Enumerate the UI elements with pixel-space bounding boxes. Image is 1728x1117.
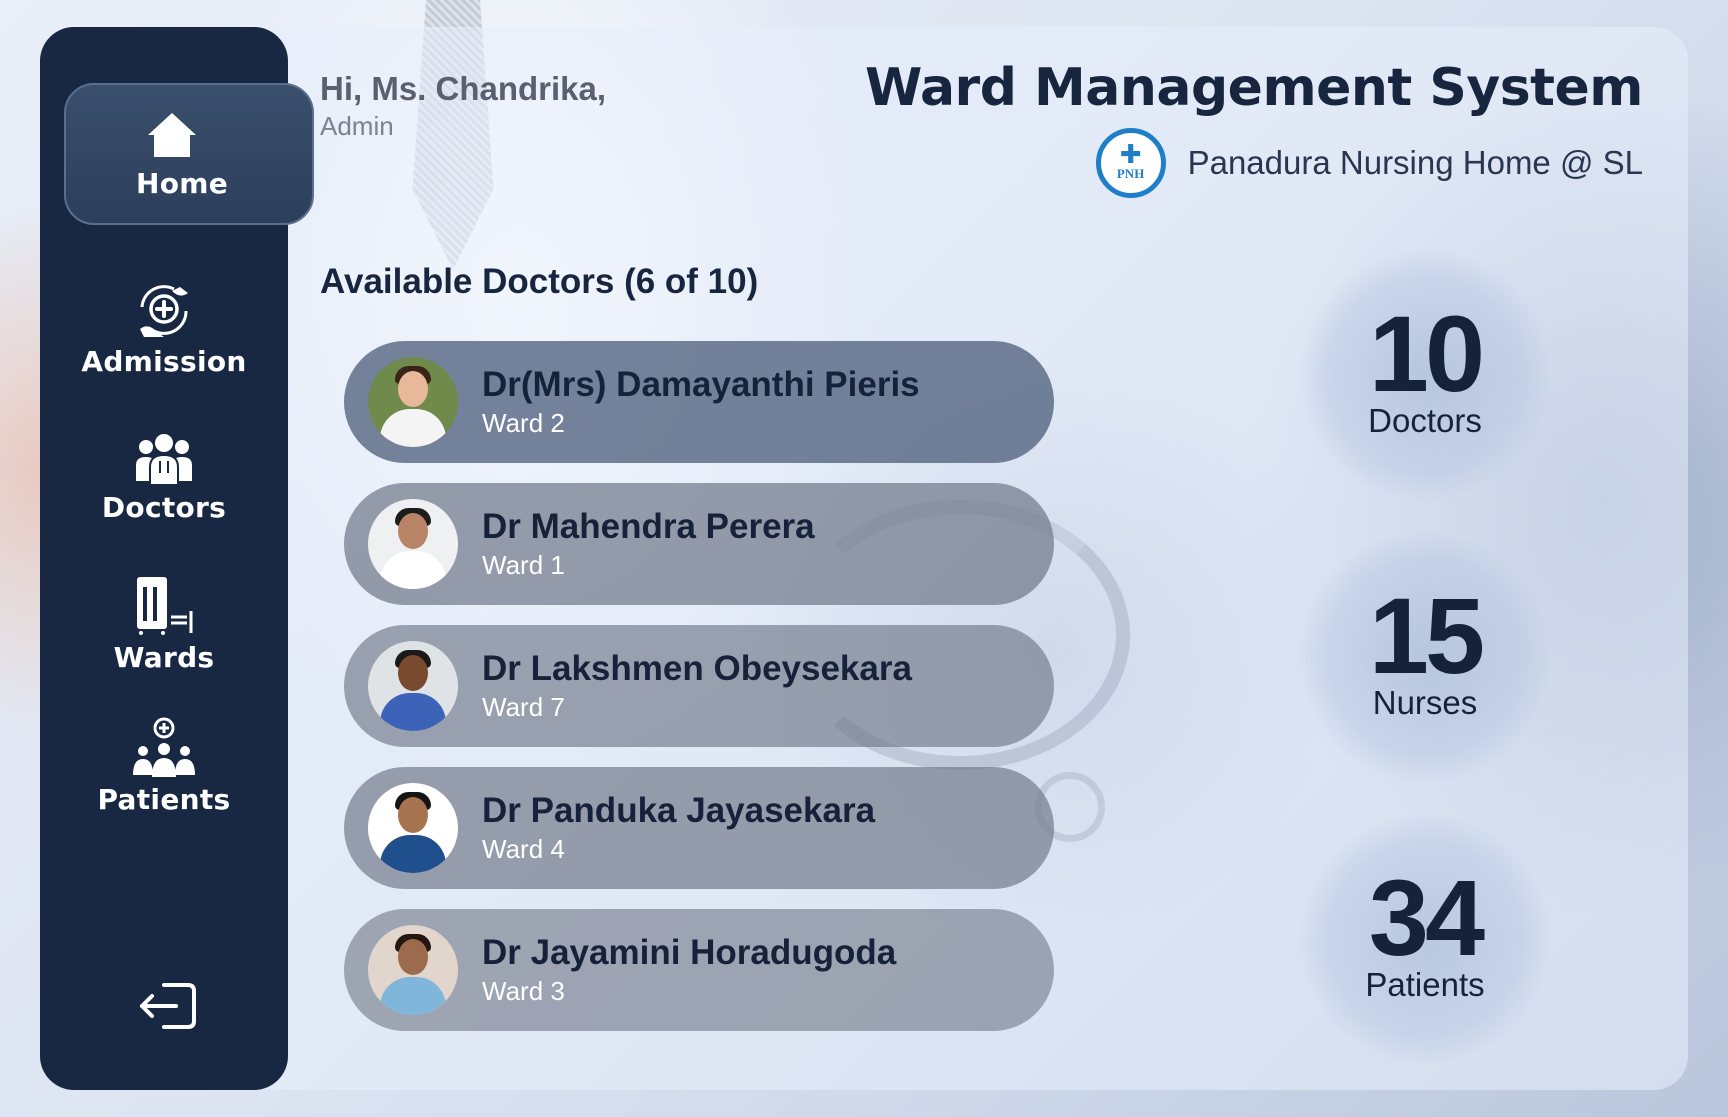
sidebar-item-label: Admission [81, 345, 247, 378]
sidebar-item-label: Patients [97, 783, 231, 816]
patients-icon [133, 717, 195, 777]
sidebar-item-doctors[interactable]: Doctors [40, 431, 288, 524]
stat-doctors: 10 Doctors [1300, 250, 1550, 500]
doctor-name: Dr Panduka Jayasekara [482, 791, 876, 830]
doctor-avatar [368, 641, 458, 731]
doctor-card[interactable]: Dr Mahendra Perera Ward 1 [344, 483, 1054, 605]
doctor-avatar [368, 925, 458, 1015]
logout-button[interactable] [138, 977, 198, 1039]
user-role: Admin [320, 111, 394, 141]
doctor-name: Dr Mahendra Perera [482, 507, 815, 546]
doctor-ward: Ward 7 [482, 692, 565, 722]
sidebar-item-label: Home [135, 167, 229, 200]
doctor-card[interactable]: Dr(Mrs) Damayanthi Pieris Ward 2 [344, 341, 1054, 463]
doctor-name: Dr(Mrs) Damayanthi Pieris [482, 365, 920, 404]
sidebar-item-home[interactable]: Home [64, 83, 314, 225]
doctor-card[interactable]: Dr Lakshmen Obeysekara Ward 7 [344, 625, 1054, 747]
stat-value: 10 [1368, 293, 1485, 414]
page-title: Ward Management System [864, 58, 1644, 118]
stat-patients: 34 Patients [1300, 814, 1550, 1064]
stat-nurses: 15 Nurses [1300, 532, 1550, 782]
doctor-card[interactable]: Dr Panduka Jayasekara Ward 4 [344, 767, 1054, 889]
wards-icon [137, 577, 193, 635]
available-doctors-title: Available Doctors (6 of 10) [320, 262, 759, 301]
doctor-name: Dr Jayamini Horadugoda [482, 933, 897, 972]
admission-icon [140, 285, 188, 337]
sidebar-item-patients[interactable]: Patients [40, 717, 288, 816]
doctor-ward: Ward 3 [482, 976, 565, 1006]
organization-logo-text: PNH [1116, 166, 1145, 181]
cross-icon: ✚ [1119, 140, 1142, 170]
doctors-icon [136, 434, 192, 486]
doctor-avatar [368, 499, 458, 589]
doctor-name: Dr Lakshmen Obeysekara [482, 649, 912, 688]
doctor-avatar [368, 357, 458, 447]
stat-value: 34 [1368, 857, 1485, 978]
sidebar-item-label: Doctors [101, 491, 227, 524]
doctor-avatar [368, 783, 458, 873]
organization-name: Panadura Nursing Home @ SL [1187, 144, 1643, 181]
stat-value: 15 [1368, 575, 1485, 696]
sidebar-item-label: Wards [113, 641, 215, 674]
doctor-ward: Ward 1 [482, 550, 565, 580]
doctor-ward: Ward 2 [482, 408, 565, 438]
stat-label: Patients [1365, 966, 1485, 1003]
sidebar-item-admission[interactable]: Admission [40, 285, 288, 378]
sidebar-item-wards[interactable]: Wards [40, 573, 288, 674]
logout-icon [140, 983, 196, 1029]
home-icon [148, 113, 196, 157]
sidebar: Home Admission Doctors Wards Patients [40, 27, 314, 1090]
organization-logo: ✚ PNH [1095, 128, 1166, 198]
organization-row: ✚ PNH Panadura Nursing Home @ SL [1095, 128, 1643, 198]
stat-label: Doctors [1368, 402, 1482, 439]
user-greeting: Hi, Ms. Chandrika, [320, 70, 607, 107]
stat-label: Nurses [1372, 684, 1478, 721]
doctor-ward: Ward 4 [482, 834, 565, 864]
doctor-card[interactable]: Dr Jayamini Horadugoda Ward 3 [344, 909, 1054, 1031]
